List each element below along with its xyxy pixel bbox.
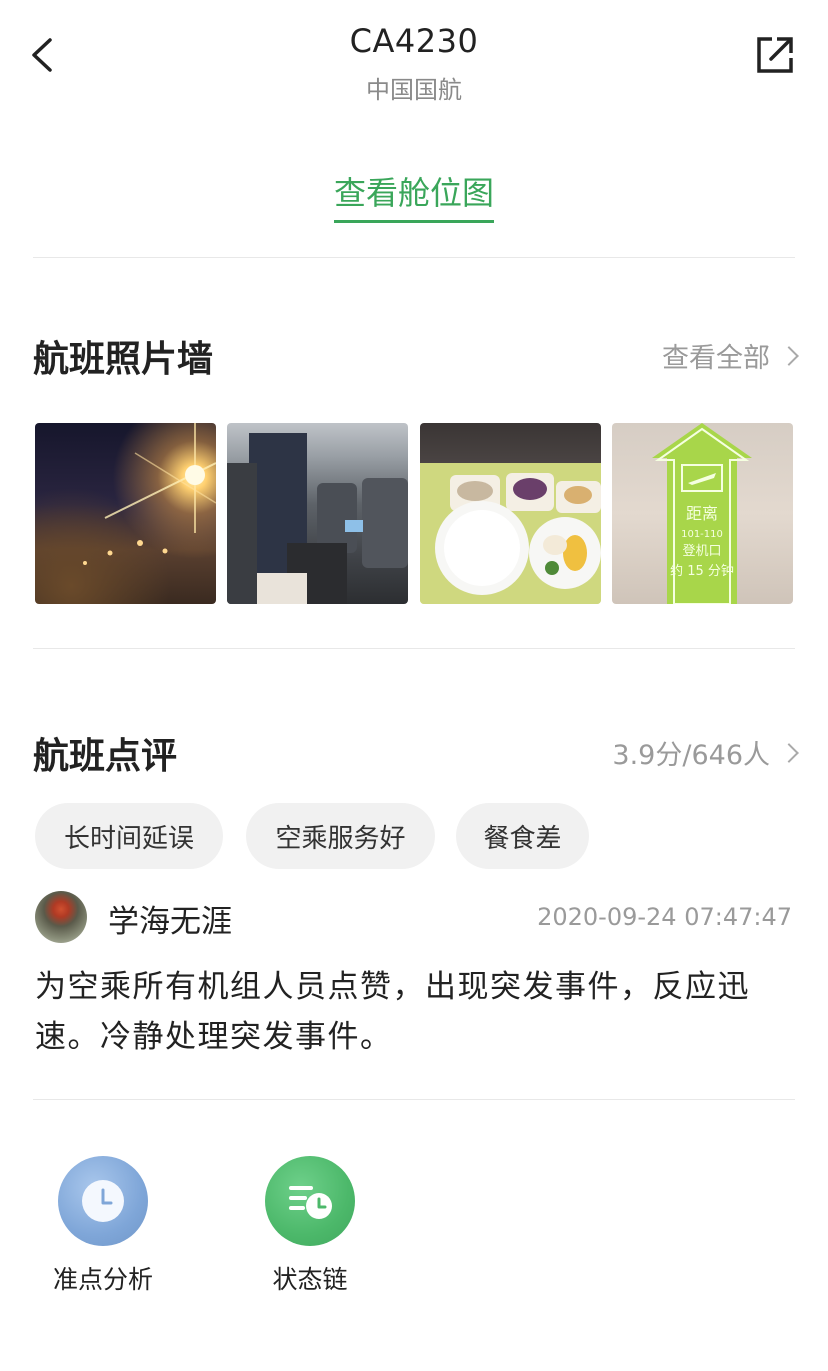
inflight-meal-photo — [420, 463, 601, 604]
photo-night-runway[interactable] — [35, 423, 216, 604]
view-all-label: 查看全部 — [662, 343, 770, 374]
night-runway-photo — [83, 423, 216, 565]
divider — [33, 1099, 795, 1100]
seat-map-link[interactable]: 查看舱位图 — [333, 168, 494, 223]
airline-name: 中国国航 — [366, 76, 462, 104]
avatar[interactable] — [35, 891, 87, 943]
review-tag-delay[interactable]: 长时间延误 — [35, 803, 223, 869]
sign-text-minutes: 约 15 分钟 — [670, 563, 734, 579]
sign-text-gates: 101-110 — [681, 529, 723, 540]
divider — [33, 648, 795, 649]
cabin-interior-photo — [227, 433, 408, 604]
review-text[interactable]: 为空乘所有机组人员点赞，出现突发事件，反应迅速。冷静处理突发事件。 — [35, 962, 797, 1062]
boarding-gate-sign-photo: 距离 101-110 登机口 约 15 分钟 — [652, 423, 752, 604]
on-time-analysis-icon-bg — [58, 1156, 148, 1246]
header: CA4230 中国国航 — [0, 0, 828, 120]
clock-icon — [82, 1180, 124, 1222]
sign-text-gate: 登机口 — [682, 544, 721, 559]
review-tag-meal[interactable]: 餐食差 — [456, 803, 589, 869]
divider — [33, 257, 795, 258]
photo-wall-view-all[interactable]: 查看全部 — [662, 336, 799, 375]
status-chain-icon-bg — [265, 1156, 355, 1246]
photo-wall-title: 航班照片墙 — [33, 339, 214, 380]
reviews-title: 航班点评 — [33, 736, 178, 777]
status-chain-label: 状态链 — [272, 1265, 348, 1294]
seat-map-link-wrap: 查看舱位图 — [0, 168, 828, 223]
share-button[interactable] — [754, 34, 796, 76]
photo-inflight-meal[interactable] — [420, 423, 601, 604]
share-external-icon — [757, 37, 793, 73]
review-time: 2020-09-24 07:47:47 — [537, 903, 792, 931]
photo-boarding-gate-sign[interactable]: 距离 101-110 登机口 约 15 分钟 — [612, 423, 793, 604]
review-username[interactable]: 学海无涯 — [108, 896, 232, 941]
on-time-analysis-button[interactable]: 准点分析 — [33, 1156, 173, 1296]
on-time-analysis-label: 准点分析 — [52, 1265, 153, 1294]
status-chain-button[interactable]: 状态链 — [240, 1156, 380, 1296]
chevron-right-icon — [779, 345, 799, 366]
reviews-summary-link[interactable]: 3.9分/646人 — [612, 733, 799, 772]
flight-number-title: CA4230 — [349, 22, 479, 60]
chevron-right-icon — [779, 742, 799, 763]
reviews-summary: 3.9分/646人 — [612, 740, 770, 771]
status-list-clock-icon — [289, 1186, 332, 1219]
review-tag-crew-service[interactable]: 空乘服务好 — [246, 803, 435, 869]
photo-cabin-interior[interactable] — [227, 423, 408, 604]
sign-text-distance: 距离 — [686, 504, 718, 523]
